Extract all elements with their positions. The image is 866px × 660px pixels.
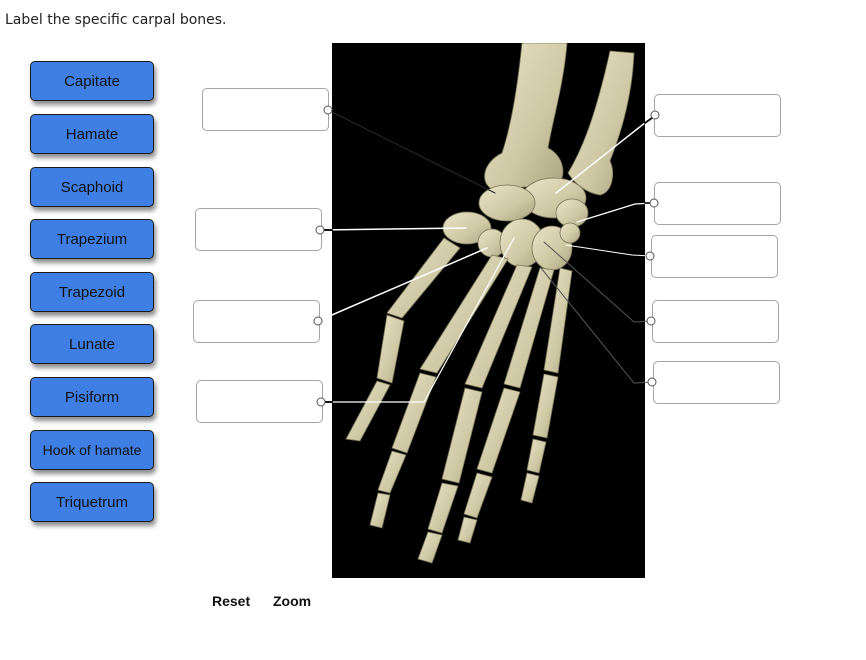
label-trapezoid[interactable]: Trapezoid xyxy=(30,272,154,312)
label-triquetrum[interactable]: Triquetrum xyxy=(30,482,154,522)
label-lunate[interactable]: Lunate xyxy=(30,324,154,364)
drop-target-1[interactable] xyxy=(202,88,329,131)
drop-target-4[interactable] xyxy=(196,380,323,423)
pin-icon xyxy=(315,225,325,235)
instruction-text: Label the specific carpal bones. xyxy=(5,12,227,28)
drop-target-8[interactable] xyxy=(652,300,779,343)
hand-bones-illustration xyxy=(345,43,635,564)
drop-target-9[interactable] xyxy=(653,361,780,404)
pin-icon xyxy=(646,316,656,326)
pin-icon xyxy=(323,105,333,115)
drop-target-7[interactable] xyxy=(651,235,778,278)
pin-icon xyxy=(649,198,659,208)
pin-icon xyxy=(313,316,323,326)
carpal-pisiform-shape xyxy=(559,222,581,244)
label-hook-of-hamate[interactable]: Hook of hamate xyxy=(30,430,154,470)
hand-skeleton-image xyxy=(332,43,645,578)
reset-button[interactable]: Reset xyxy=(212,593,250,609)
pin-icon xyxy=(647,377,657,387)
label-capitate[interactable]: Capitate xyxy=(30,61,154,101)
drop-target-6[interactable] xyxy=(654,182,781,225)
radius-bone xyxy=(484,43,568,190)
drop-target-5[interactable] xyxy=(654,94,781,137)
zoom-button[interactable]: Zoom xyxy=(273,593,311,609)
drop-target-2[interactable] xyxy=(195,208,322,251)
label-trapezium[interactable]: Trapezium xyxy=(30,219,154,259)
label-scaphoid[interactable]: Scaphoid xyxy=(30,167,154,207)
label-pisiform[interactable]: Pisiform xyxy=(30,377,154,417)
pin-icon xyxy=(645,251,655,261)
label-hamate[interactable]: Hamate xyxy=(30,114,154,154)
pin-icon xyxy=(650,110,660,120)
pin-icon xyxy=(316,397,326,407)
ulna-bone xyxy=(567,50,635,196)
drop-target-3[interactable] xyxy=(193,300,320,343)
carpal-scaphoid-shape xyxy=(478,184,536,222)
